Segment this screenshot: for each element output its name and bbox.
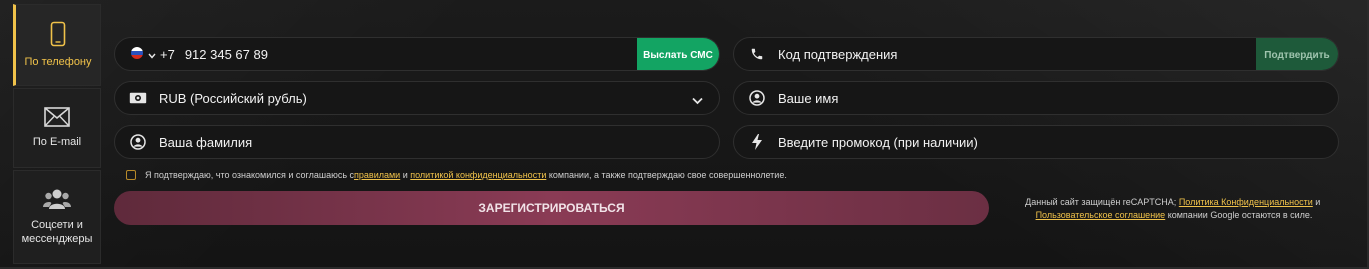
currency-value: RUB (Российский рубль)	[159, 90, 307, 106]
phone-handset-icon	[748, 47, 766, 61]
first-name-field[interactable]: Ваше имя	[733, 81, 1339, 115]
agreement-text-2: и	[400, 170, 411, 180]
russia-flag-icon	[131, 46, 143, 62]
privacy-policy-link[interactable]: политикой конфиденциальности	[410, 170, 546, 180]
agreement-text-1: Я подтверждаю, что ознакомился и соглаша…	[145, 170, 355, 180]
agreement-text-3: компании, а также подтверждаю свое совер…	[546, 170, 787, 180]
google-privacy-link[interactable]: Политика Конфиденциальности	[1179, 197, 1313, 207]
recaptcha-text-1: Данный сайт защищён reCAPTCHA;	[1025, 197, 1179, 207]
envelope-icon	[44, 107, 70, 127]
phone-field[interactable]: +7 912 345 67 89 Выслать СМС	[114, 37, 720, 71]
confirm-button[interactable]: Подтвердить	[1256, 38, 1338, 70]
registration-panel: По телефону По E-mail Соцсети и мессендж…	[0, 0, 1369, 269]
country-code: +7	[160, 46, 175, 62]
confirmation-code-field[interactable]: Код подтверждения Подтвердить	[733, 37, 1339, 71]
send-sms-button[interactable]: Выслать СМС	[637, 38, 719, 70]
currency-select[interactable]: RUB (Российский рубль)	[114, 81, 720, 115]
promo-code-input[interactable]: Введите промокод (при наличии)	[778, 135, 978, 150]
first-name-input[interactable]: Ваше имя	[778, 91, 838, 106]
chevron-down-icon	[692, 93, 703, 108]
promo-code-field[interactable]: Введите промокод (при наличии)	[733, 125, 1339, 159]
chevron-down-icon	[148, 47, 156, 62]
smartphone-icon	[50, 21, 66, 47]
phone-number-input[interactable]: 912 345 67 89	[185, 47, 268, 62]
user-circle-icon	[129, 134, 147, 150]
recaptcha-text-2: и	[1312, 197, 1323, 207]
confirmation-code-input[interactable]: Код подтверждения	[778, 47, 897, 62]
tab-label: По телефону	[24, 56, 92, 68]
banknote-icon	[129, 92, 147, 104]
recaptcha-notice: Данный сайт защищён reCAPTCHA; Политика …	[1004, 196, 1344, 222]
tab-by-email[interactable]: По E-mail	[13, 88, 101, 168]
recaptcha-text-3: компании Google остаются в силе.	[1165, 210, 1313, 220]
agreement-row: Я подтверждаю, что ознакомился и соглаша…	[126, 170, 787, 180]
country-selector[interactable]	[131, 46, 156, 62]
lightning-icon	[748, 134, 766, 150]
last-name-field[interactable]: Ваша фамилия	[114, 125, 720, 159]
users-icon	[43, 188, 71, 210]
tab-label: По E-mail	[32, 136, 82, 148]
tab-by-phone[interactable]: По телефону	[13, 4, 101, 86]
rules-link[interactable]: правилами	[354, 170, 400, 180]
tab-social-messengers[interactable]: Соцсети и мессенджеры	[13, 170, 101, 264]
agreement-checkbox[interactable]	[126, 170, 136, 180]
user-circle-icon	[748, 90, 766, 106]
google-terms-link[interactable]: Пользовательское соглашение	[1036, 210, 1166, 220]
register-button[interactable]: ЗАРЕГИСТРИРОВАТЬСЯ	[114, 191, 989, 225]
last-name-input[interactable]: Ваша фамилия	[159, 135, 252, 150]
tab-label: Соцсети и мессенджеры	[21, 219, 93, 245]
